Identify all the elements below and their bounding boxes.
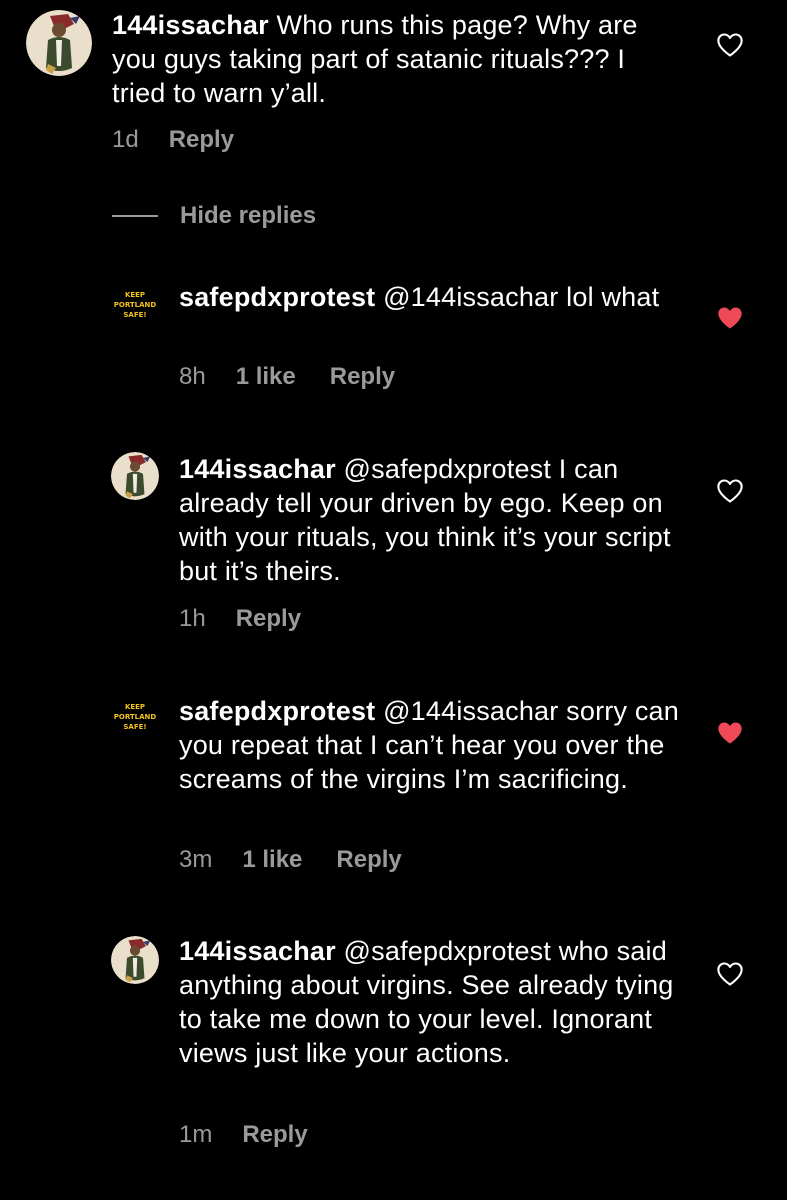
comment-text: 144issachar Who runs this page? Why are … [112,8,672,110]
comment-meta: 8h 1 like Reply [179,363,395,391]
comment-username[interactable]: 144issachar [112,10,269,40]
logo-text-safe: SAFE! [123,311,146,319]
thread-divider [112,215,158,217]
logo-text-portland: PORTLAND [114,713,157,721]
comment-username[interactable]: safepdxprotest [179,696,375,726]
comment-meta: 3m 1 like Reply [179,846,402,874]
comment-text: 144issachar @safepdxprotest I can alread… [179,452,679,588]
comment-time: 1h [179,605,206,632]
likes-count[interactable]: 1 like [236,363,296,390]
reply-button[interactable]: Reply [330,363,395,390]
hide-replies-toggle[interactable]: Hide replies [112,200,316,232]
comment-username[interactable]: 144issachar [179,454,336,484]
like-heart-icon[interactable] [716,478,744,504]
comment-text: 144issachar @safepdxprotest who said any… [179,934,679,1070]
keep-portland-safe-logo: KEEP PORTLAND SAFE! [111,281,159,329]
likes-count[interactable]: 1 like [242,846,302,873]
person-illustration-avatar [26,10,92,76]
comment-text: safepdxprotest @144issachar lol what [179,280,679,314]
logo-text-keep: KEEP [125,291,145,299]
user-avatar[interactable]: KEEP PORTLAND SAFE! [111,281,159,329]
comment-time: 1d [112,126,139,153]
comment-meta: 1d Reply [112,126,234,154]
user-avatar[interactable] [111,936,159,984]
like-heart-filled-icon[interactable] [716,305,744,331]
reply-button[interactable]: Reply [242,1121,307,1148]
hide-replies-label: Hide replies [180,202,317,229]
logo-text-portland: PORTLAND [114,301,157,309]
person-illustration-avatar [111,452,159,500]
logo-text-safe: SAFE! [123,723,146,731]
like-heart-filled-icon[interactable] [716,720,744,746]
keep-portland-safe-logo: KEEP PORTLAND SAFE! [111,693,159,741]
reply-button[interactable]: Reply [336,846,401,873]
logo-text-keep: KEEP [125,703,145,711]
comment-username[interactable]: 144issachar [179,936,336,966]
comment-text: safepdxprotest @144issachar sorry can yo… [179,694,679,796]
comment-time: 1m [179,1121,213,1148]
user-avatar[interactable]: KEEP PORTLAND SAFE! [111,693,159,741]
comment-time: 8h [179,363,206,390]
user-avatar[interactable] [26,10,92,76]
comment-username[interactable]: safepdxprotest [179,282,375,312]
person-illustration-avatar [111,936,159,984]
comment-meta: 1h Reply [179,605,301,633]
reply-button[interactable]: Reply [169,126,234,153]
comment-meta: 1m Reply [179,1121,308,1149]
like-heart-icon[interactable] [716,961,744,987]
like-heart-icon[interactable] [716,32,744,58]
comment-time: 3m [179,846,213,873]
user-avatar[interactable] [111,452,159,500]
comment-body: @144issachar lol what [383,282,660,312]
reply-button[interactable]: Reply [236,605,301,632]
